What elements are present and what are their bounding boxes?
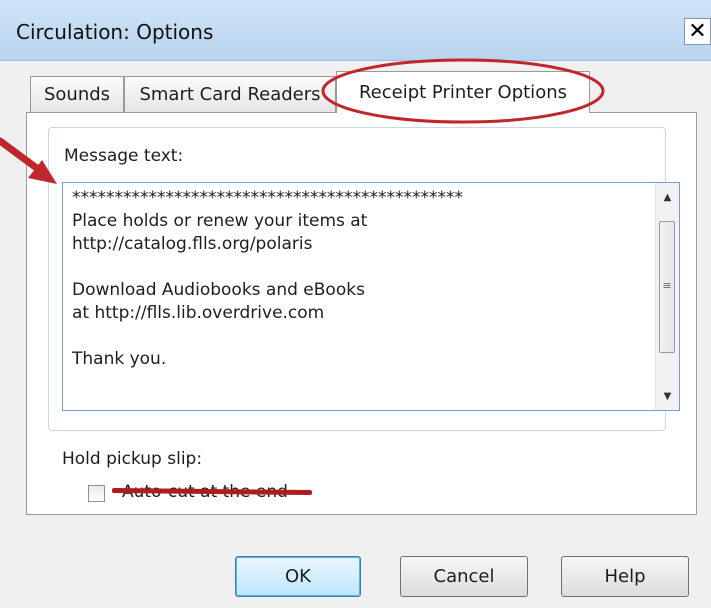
message-text-field[interactable]: ****************************************… [62, 182, 680, 411]
close-icon: ✕ [688, 19, 707, 44]
tab-label: Smart Card Readers [139, 84, 321, 105]
title-bar: Circulation: Options ✕ [0, 0, 711, 61]
scrollbar-thumb[interactable]: ≡ [659, 221, 675, 353]
help-button-label: Help [604, 566, 646, 587]
hold-pickup-slip-label: Hold pickup slip: [62, 449, 203, 469]
cancel-button[interactable]: Cancel [400, 556, 528, 597]
close-button[interactable]: ✕ [684, 18, 711, 45]
grip-icon: ≡ [662, 279, 672, 292]
tab-smart-card-readers[interactable]: Smart Card Readers [124, 76, 336, 112]
tab-label: Receipt Printer Options [358, 82, 567, 103]
help-button[interactable]: Help [561, 556, 689, 597]
auto-cut-checkbox[interactable] [88, 485, 105, 502]
scroll-up-arrow-icon[interactable]: ▲ [656, 186, 679, 208]
window-title: Circulation: Options [16, 20, 214, 44]
ok-button-label: OK [285, 566, 311, 587]
vertical-scrollbar[interactable]: ▲ ≡ ▼ [655, 183, 679, 410]
tab-label: Sounds [43, 84, 111, 105]
scroll-down-arrow-icon[interactable]: ▼ [656, 385, 679, 407]
ok-button[interactable]: OK [235, 556, 361, 597]
message-text-label: Message text: [64, 146, 184, 166]
message-text-value: ****************************************… [72, 188, 463, 369]
tab-receipt-printer-options[interactable]: Receipt Printer Options [336, 71, 590, 113]
cancel-button-label: Cancel [433, 566, 495, 587]
tab-sounds[interactable]: Sounds [30, 76, 124, 112]
